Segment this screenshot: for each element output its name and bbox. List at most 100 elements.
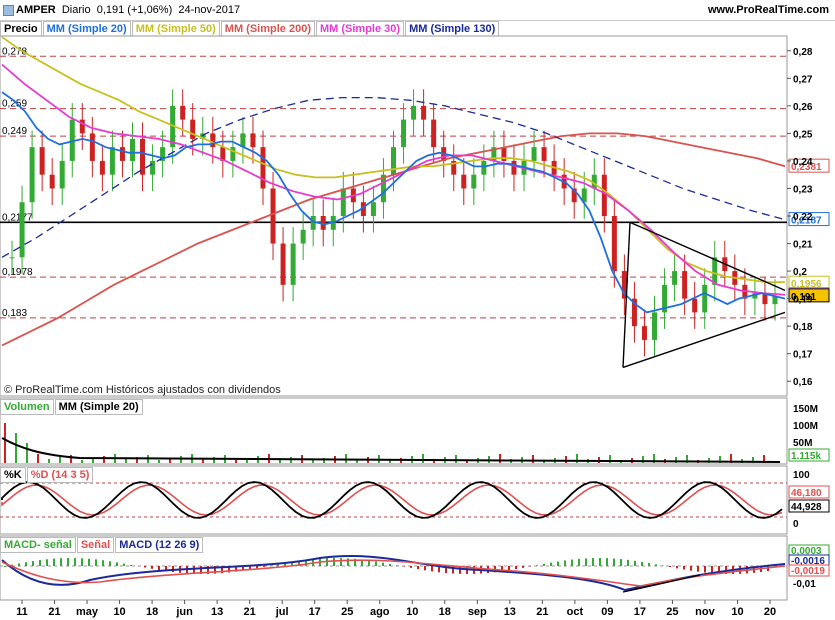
y-tick-label: 0,25 [793,129,813,140]
macd-hist-bar [697,566,699,572]
macd-hist-bar [95,559,97,566]
legend-d: %D (14 3 5) [26,467,94,483]
volume-bar [48,459,50,463]
macd-hist-bar [550,562,552,566]
volume-bar [565,456,567,463]
y-tick-label: 0,22 [793,212,813,223]
stoch-tag-label: 44,928 [791,502,822,513]
macd-hist-bar [39,560,41,566]
volume-bar [499,454,501,463]
candle [391,147,396,175]
macd-hist-bar [403,566,405,567]
macd-hist-bar [522,566,524,568]
x-tick-label: jun [175,606,193,618]
macd-hist-bar [396,565,398,566]
y-tick-label: 0,18 [793,322,813,333]
candle [99,160,105,175]
macd-hist-bar [88,558,90,566]
x-tick-label: 21 [536,606,548,618]
macd-hist-bar [263,566,265,567]
candle [471,174,477,189]
candle [401,119,407,148]
x-tick-label: 18 [439,606,451,618]
price-panel [0,35,788,397]
volume-bar [37,454,39,463]
copyright-note: © ProRealTime.com Históricos ajustados c… [4,384,281,396]
macd-hist-bar [557,561,559,566]
vol-tick-label: 50M [793,438,812,449]
macd-hist-bar [333,558,335,566]
candle [280,243,286,285]
volume-bar [455,455,457,463]
macd-tick-label: -0,01 [793,579,816,590]
macd-hist-bar [571,559,573,566]
candle [180,105,186,120]
volume-bar [4,423,6,463]
candle [290,243,296,285]
y-tick-label: 0,16 [793,377,813,388]
y-tick-label: 0,23 [793,184,813,195]
candle [682,271,688,299]
macd-hist-bar [543,563,545,566]
candle [652,312,658,340]
macd-hist-bar [592,558,594,566]
x-tick-label: 13 [504,606,516,618]
macd-hist-bar [578,558,580,566]
candle [29,147,35,203]
x-tick-label: 13 [211,606,223,618]
volume-bar [103,456,105,463]
legend-volume: Volumen [0,399,54,415]
x-tick-label: 17 [634,606,646,618]
x-tick-label: 10 [406,606,418,618]
level-label: 0,2177 [2,212,33,223]
macd-hist-bar [116,562,118,566]
macd-legend: MACD- señal Señal MACD (12 26 9) [0,537,204,553]
x-tick-label: jul [275,606,289,618]
x-tick-label: oct [567,606,584,618]
x-tick-label: 25 [666,606,678,618]
macd-hist-bar [634,560,636,566]
candle [370,202,376,216]
candle [89,133,95,161]
macd-hist-bar [32,561,34,566]
macd-hist-bar [18,563,20,566]
macd-hist-bar [123,563,125,566]
candle [712,257,718,285]
x-tick-label: 17 [309,606,321,618]
macd-hist-bar [109,561,111,566]
macd-hist-bar [46,559,48,566]
macd-tag-label: -0,0019 [791,566,825,577]
legend-macd: MACD (12 26 9) [115,537,204,553]
macd-hist-bar [151,566,153,569]
level-label: 0,1978 [2,267,33,278]
macd-hist-bar [508,566,510,571]
chart-canvas[interactable]: 0,2780,2590,2490,21770,19780,1830,23810,… [0,0,835,620]
macd-hist-bar [620,559,622,566]
volume-bar [59,457,61,463]
candle [140,138,146,175]
macd-hist-bar [648,563,650,566]
x-tick-label: may [76,606,99,618]
candle [411,105,417,120]
macd-hist-bar [683,566,685,570]
level-label: 0,249 [2,126,27,137]
candle [672,271,678,285]
candle [150,160,156,175]
x-tick-label: 21 [244,606,256,618]
macd-hist-bar [690,566,692,571]
candle [190,119,196,139]
macd-hist-bar [641,561,643,566]
x-tick-label: 20 [764,606,776,618]
volume-bar [81,460,83,463]
macd-hist-bar [158,566,160,571]
y-tick-label: 0,21 [793,240,813,251]
candle [461,174,467,189]
y-tick-label: 0,28 [793,47,813,58]
candle [431,119,437,148]
vol-tick-label: 150M [793,404,818,415]
stoch-tag-label: 46,180 [791,488,822,499]
x-tick-label: sep [468,606,487,618]
macd-hist-bar [536,565,538,566]
macd-hist-bar [60,558,62,566]
candle [9,257,15,259]
